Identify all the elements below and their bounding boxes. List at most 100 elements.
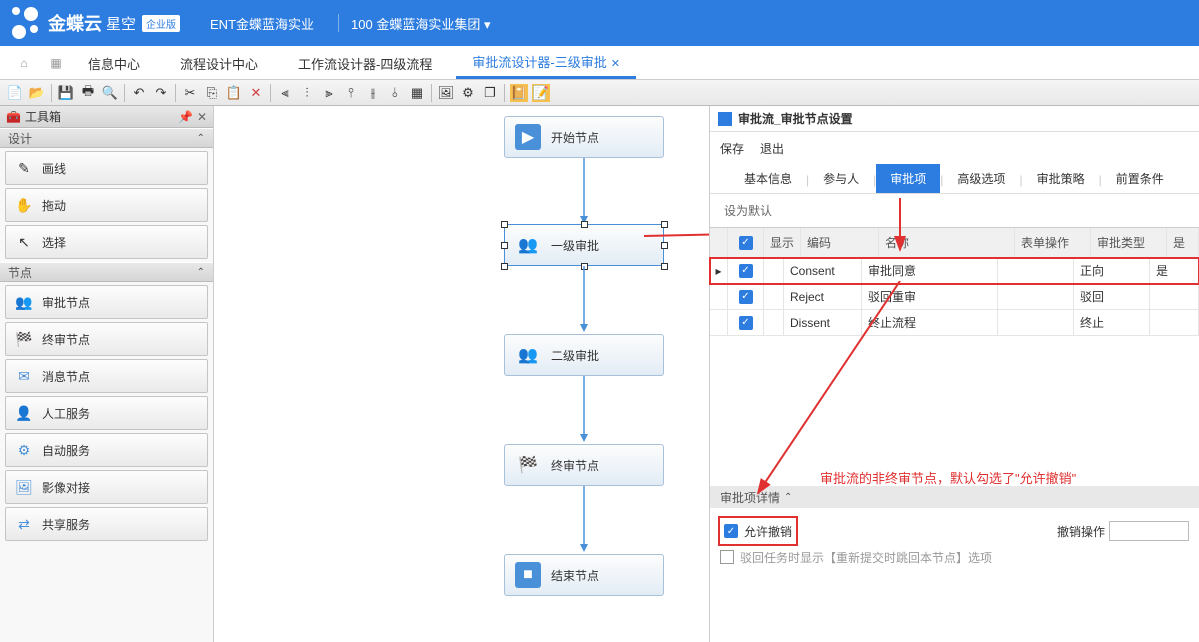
flow-node-label: 二级审批 [551,347,599,364]
print-icon[interactable]: 🖶 [79,84,97,102]
book-icon[interactable]: 📔 [510,84,528,102]
paste-icon[interactable]: 📋 [225,84,243,102]
cut-icon[interactable]: ✂ [181,84,199,102]
flow-node-label: 开始节点 [551,129,599,146]
align-left-icon[interactable]: ⫷ [276,84,294,102]
approval-table: ✓ 显示 编码 名称 表单操作 审批类型 是 ▸✓Consent审批同意正向是✓… [710,227,1199,336]
logo-main: 金蝶云 [48,10,102,36]
main-area: 🧰 工具箱 📌 ✕ 设计⌃ ✎画线✋拖动↖选择 节点⌃ 👥审批节点🏁终审节点✉消… [0,106,1199,642]
tool-item[interactable]: 🏁终审节点 [5,322,208,356]
align-center-icon[interactable]: ⫶ [298,84,316,102]
flow-node[interactable]: 👥二级审批 [504,334,664,376]
flow-node[interactable]: 🏁终审节点 [504,444,664,486]
table-row[interactable]: ✓Dissent终止流程终止 [710,310,1199,336]
row-checkbox[interactable]: ✓ [728,258,764,283]
preview-icon[interactable]: 🔍 [101,84,119,102]
annotation-text: 审批流的非终审节点，默认勾选了"允许撤销" [820,468,1076,487]
nodes-section-header[interactable]: 节点⌃ [0,262,213,282]
row-checkbox[interactable]: ✓ [728,284,764,309]
flow-node[interactable]: ▶开始节点 [504,116,664,158]
edition-badge: 企业版 [142,15,180,32]
main-tab[interactable]: 流程设计中心 [164,48,274,79]
tool-label: 消息节点 [42,368,90,385]
row-name: 审批同意 [862,258,998,283]
table-row[interactable]: ✓Reject驳回重审驳回 [710,284,1199,310]
row-indicator [710,310,728,335]
tool-item[interactable]: ⇄共享服务 [5,507,208,541]
redo-icon[interactable]: ↷ [152,84,170,102]
col-name exprname: 名称 [879,228,1015,257]
flow-node-icon: ■ [515,562,541,588]
tool-label: 人工服务 [42,405,90,422]
delete-icon[interactable]: ✕ [247,84,265,102]
row-last [1150,284,1199,309]
row-code: Consent [784,258,862,283]
flow-node[interactable]: ■结束节点 [504,554,664,596]
tool-item[interactable]: ✋拖动 [5,188,208,222]
reject-option-row: 驳回任务时显示【重新提交时跳回本节点】选项 [720,544,1189,570]
undo-icon[interactable]: ↶ [130,84,148,102]
layers-icon[interactable]: ❐ [481,84,499,102]
col-code: 编码 [801,228,879,257]
col-show[interactable]: ✓ [728,228,764,257]
new-icon[interactable]: 📄 [6,84,24,102]
flow-node[interactable]: 👥一级审批 [504,224,664,266]
pin-icon[interactable]: 📌 [178,110,193,124]
image-icon[interactable]: 🖼 [437,84,455,102]
align-bottom-icon[interactable]: ⫰ [386,84,404,102]
settings-icon[interactable]: ⚙ [459,84,477,102]
org-selector[interactable]: 100 金蝶蓝海实业集团 ▾ [351,14,490,33]
close-panel-icon[interactable]: ✕ [197,110,207,124]
exit-button[interactable]: 退出 [760,140,784,157]
panel-actions: 保存 退出 [710,132,1199,164]
properties-tabs: 基本信息|参与人|审批项|高级选项|审批策略|前置条件 [710,164,1199,194]
tool-icon: ✉ [14,366,34,386]
align-right-icon[interactable]: ⫸ [320,84,338,102]
open-icon[interactable]: 📂 [28,84,46,102]
align-top-icon[interactable]: ⫯ [342,84,360,102]
reject-option-checkbox[interactable] [720,550,734,564]
tool-item[interactable]: 👤人工服务 [5,396,208,430]
tool-label: 画线 [42,160,66,177]
tool-icon: ↖ [14,232,34,252]
properties-tab[interactable]: 审批项 [876,164,940,193]
tab-close-icon[interactable]: ✕ [611,58,620,70]
set-default-label[interactable]: 设为默认 [710,194,1199,227]
table-row[interactable]: ▸✓Consent审批同意正向是 [710,258,1199,284]
tool-item[interactable]: 🖼影像对接 [5,470,208,504]
properties-tab[interactable]: 基本信息 [730,164,806,193]
row-form [998,284,1074,309]
apps-icon[interactable]: ▦ [44,51,68,75]
properties-tab[interactable]: 前置条件 [1102,164,1178,193]
save-button[interactable]: 保存 [720,140,744,157]
note-icon[interactable]: 📝 [532,84,550,102]
main-tab[interactable]: 工作流设计器-四级流程 [282,48,448,79]
reject-option-label: 驳回任务时显示【重新提交时跳回本节点】选项 [740,549,992,566]
row-indicator: ▸ [710,258,728,283]
toolbox-title: 工具箱 [25,108,61,125]
properties-tab[interactable]: 高级选项 [943,164,1019,193]
copy-icon[interactable]: ⎘ [203,84,221,102]
tool-icon: ✎ [14,158,34,178]
align-middle-icon[interactable]: ⫲ [364,84,382,102]
tool-item[interactable]: ⚙自动服务 [5,433,208,467]
detail-header: 审批项详情⌃ [710,486,1199,508]
tool-item[interactable]: ✉ 消息节点 [5,359,208,393]
grid-icon[interactable]: ▦ [408,84,426,102]
main-tab[interactable]: 审批流设计器-三级审批✕ [456,46,636,79]
design-section-header[interactable]: 设计⌃ [0,128,213,148]
tool-label: 拖动 [42,197,66,214]
properties-panel: 审批流_审批节点设置 保存 退出 基本信息|参与人|审批项|高级选项|审批策略|… [709,106,1199,642]
revoke-op-input[interactable] [1109,521,1189,541]
tool-icon: 🖼 [14,477,34,497]
tool-item[interactable]: 👥审批节点 [5,285,208,319]
properties-tab[interactable]: 审批策略 [1023,164,1099,193]
tool-item[interactable]: ✎ 画线 [5,151,208,185]
main-tab[interactable]: 信息中心 [72,48,156,79]
save-icon[interactable]: 💾 [57,84,75,102]
row-checkbox[interactable]: ✓ [728,310,764,335]
properties-tab[interactable]: 参与人 [809,164,873,193]
home-icon[interactable]: ⌂ [12,51,36,75]
allow-revoke-checkbox[interactable]: ✓ [724,524,738,538]
tool-item[interactable]: ↖选择 [5,225,208,259]
